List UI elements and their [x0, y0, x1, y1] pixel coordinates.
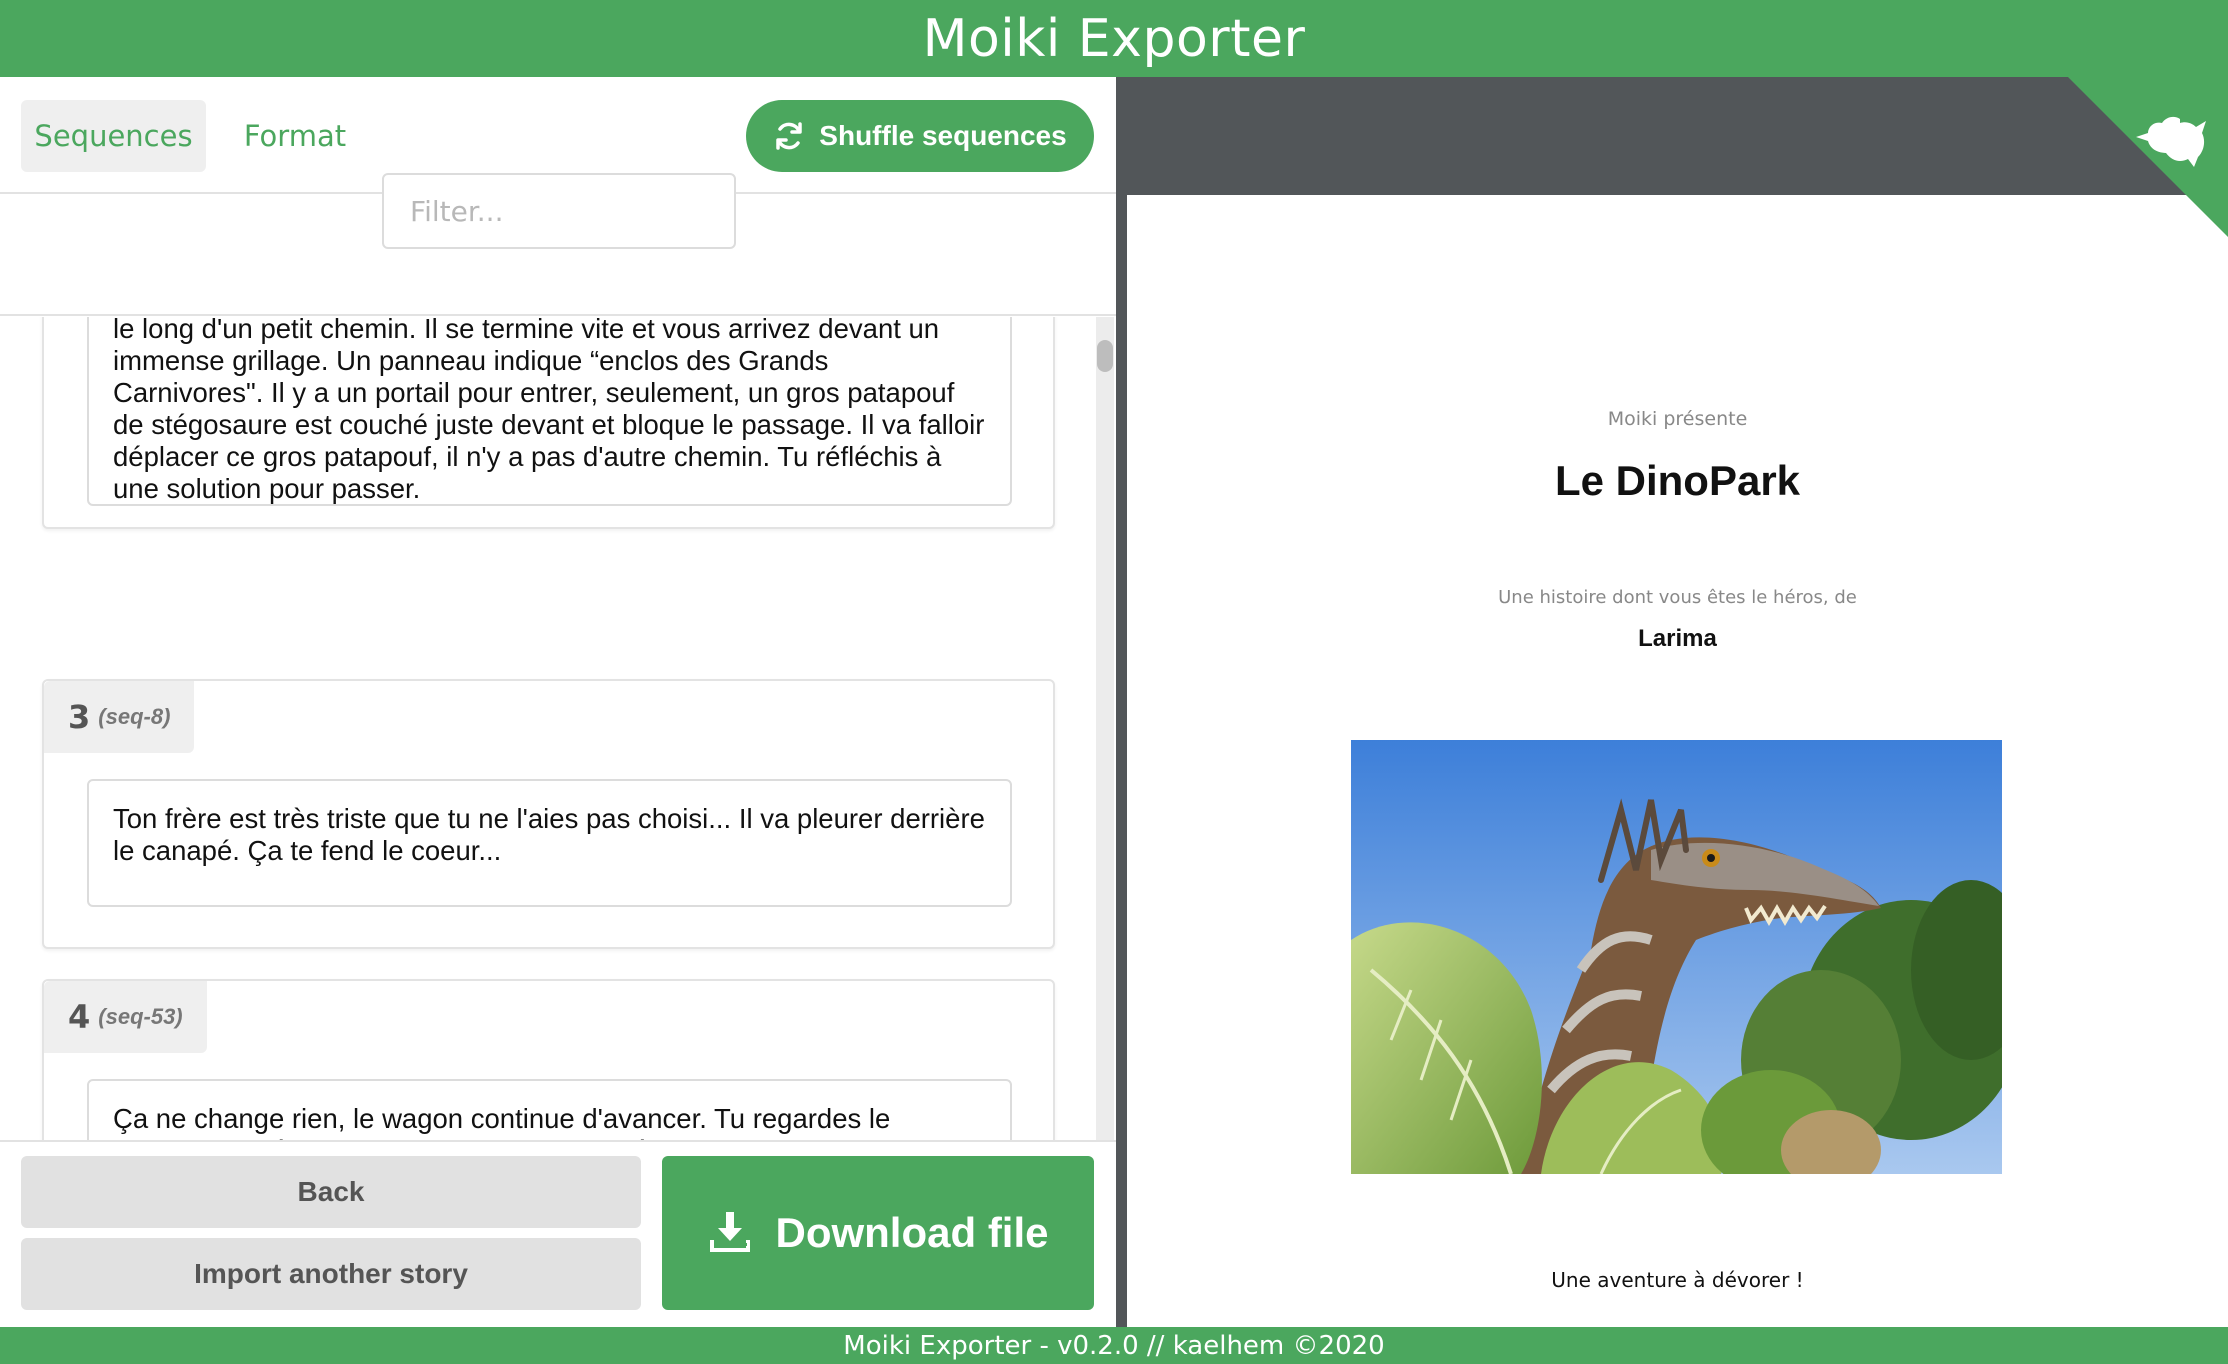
sequence-card: le long d'un petit chemin. Il se termine…: [42, 317, 1055, 529]
download-icon: [709, 1212, 750, 1252]
sequence-card: 4 (seq-53) Ça ne change rien, le wagon c…: [42, 979, 1055, 1140]
github-cat-icon[interactable]: [2068, 77, 2228, 237]
sequence-id: (seq-53): [98, 1004, 183, 1029]
dinosaur-cover-illustration: [1351, 740, 2002, 1174]
sequence-card: 3 (seq-8) Ton frère est très triste que …: [42, 679, 1055, 949]
sequence-text[interactable]: Ça ne change rien, le wagon continue d'a…: [87, 1079, 1012, 1140]
app-footer: Moiki Exporter - v0.2.0 // kaelhem ©2020: [0, 1327, 2228, 1364]
preview-page: Moiki présente Le DinoPark Une histoire …: [1127, 195, 2228, 1327]
back-button[interactable]: Back: [21, 1156, 641, 1228]
sequence-text[interactable]: le long d'un petit chemin. Il se termine…: [87, 317, 1012, 506]
cover-image: [1351, 740, 2002, 1174]
preview-author: Larima: [1638, 625, 1717, 652]
download-file-button[interactable]: Download file: [662, 1156, 1094, 1310]
scrollbar-track[interactable]: [1096, 317, 1114, 1140]
panel-divider[interactable]: [1116, 77, 1126, 1327]
sequence-number: 4: [68, 998, 91, 1036]
sequence-label: 4 (seq-53): [44, 981, 207, 1053]
shuffle-label: Shuffle sequences: [819, 120, 1067, 151]
app-header: Moiki Exporter: [0, 0, 2228, 77]
sequence-text[interactable]: Ton frère est très triste que tu ne l'ai…: [87, 779, 1012, 907]
sequence-list[interactable]: le long d'un petit chemin. Il se termine…: [0, 317, 1116, 1140]
sequence-id: (seq-8): [98, 704, 171, 729]
preview-panel: Moiki présente Le DinoPark Une histoire …: [1126, 77, 2228, 1327]
footer-text: Moiki Exporter - v0.2.0 // kaelhem ©2020: [843, 1330, 1385, 1361]
preview-presents: Moiki présente: [1607, 408, 1748, 430]
import-story-button[interactable]: Import another story: [21, 1238, 641, 1310]
shuffle-sequences-button[interactable]: Shuffle sequences: [746, 100, 1094, 172]
sequences-panel: Sequences Format Shuffle sequences le lo…: [0, 77, 1116, 1364]
app-root: Moiki Exporter Sequences Format Shuffle …: [0, 0, 2228, 1364]
preview-title: Le DinoPark: [1554, 457, 1801, 504]
tab-format[interactable]: Format: [230, 100, 360, 172]
preview-tagline: Une aventure à dévorer !: [1551, 1268, 1804, 1292]
tab-sequences[interactable]: Sequences: [21, 100, 206, 172]
refresh-icon: [776, 122, 803, 150]
download-label: Download file: [775, 1209, 1049, 1256]
filter-input[interactable]: [382, 173, 736, 249]
scrollbar-thumb[interactable]: [1097, 340, 1113, 372]
sequence-number: 3: [68, 698, 91, 736]
app-title: Moiki Exporter: [922, 8, 1306, 69]
preview-subtitle: Une histoire dont vous êtes le héros, de: [1498, 587, 1857, 608]
sequence-label: 3 (seq-8): [44, 681, 195, 753]
